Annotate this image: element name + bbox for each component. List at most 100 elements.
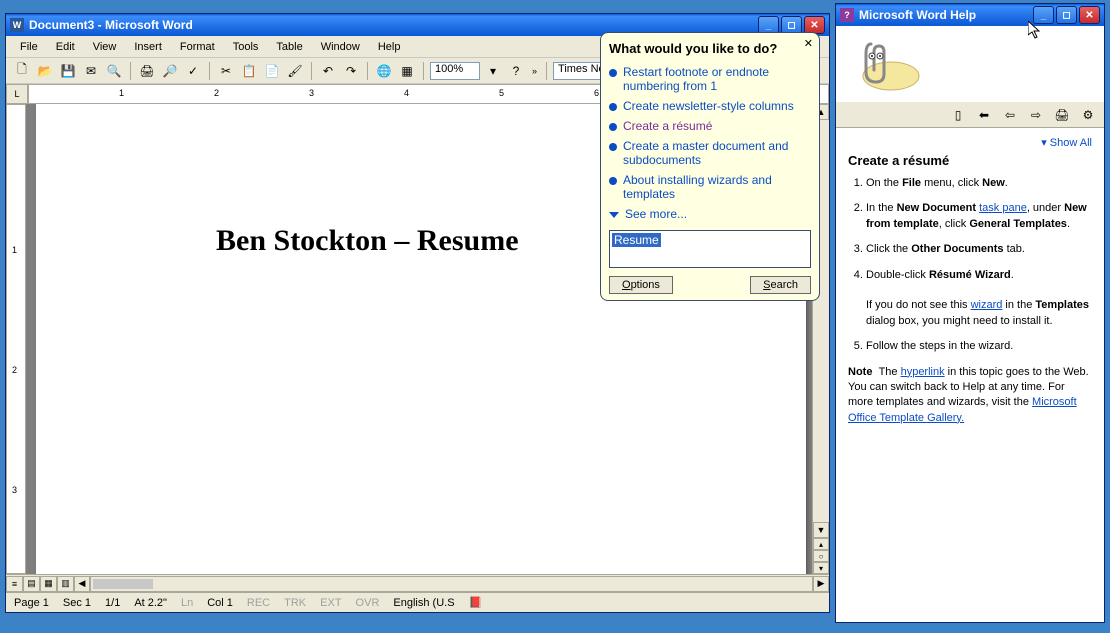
- show-tabs-icon[interactable]: ⬅: [974, 105, 994, 125]
- menu-help[interactable]: Help: [370, 39, 409, 55]
- help-suggestion[interactable]: Create a master document and subdocument…: [609, 136, 811, 170]
- search-icon[interactable]: 🔍: [104, 61, 124, 81]
- status-col: Col 1: [207, 597, 233, 609]
- ruler-tick: 6: [594, 88, 599, 98]
- tile-icon[interactable]: ▯: [948, 105, 968, 125]
- menu-insert[interactable]: Insert: [126, 39, 170, 55]
- menu-file[interactable]: File: [12, 39, 46, 55]
- search-text: Resume: [612, 233, 661, 247]
- ruler-tick: 2: [214, 88, 219, 98]
- status-trk[interactable]: TRK: [284, 597, 306, 609]
- help-suggestion[interactable]: About installing wizards and templates: [609, 170, 811, 204]
- hyperlink-icon[interactable]: 🌐: [374, 61, 394, 81]
- tab-selector[interactable]: L: [6, 84, 28, 104]
- help-step: Click the Other Documents tab.: [866, 242, 1092, 257]
- menu-edit[interactable]: Edit: [48, 39, 83, 55]
- help-app-icon: ?: [840, 8, 854, 22]
- toolbar-overflow-icon[interactable]: »: [529, 66, 540, 76]
- scroll-down-icon[interactable]: ▼: [813, 522, 829, 538]
- statusbar: Page 1 Sec 1 1/1 At 2.2" Ln Col 1 REC TR…: [6, 592, 829, 612]
- help-minimize-button[interactable]: _: [1033, 6, 1054, 24]
- menu-format[interactable]: Format: [172, 39, 223, 55]
- ruler-tick: 1: [119, 88, 124, 98]
- open-icon[interactable]: 📂: [35, 61, 55, 81]
- help-suggestion[interactable]: Restart footnote or endnote numbering fr…: [609, 62, 811, 96]
- balloon-close-icon[interactable]: ✕: [804, 37, 813, 50]
- separator: [130, 62, 131, 80]
- status-ovr[interactable]: OVR: [356, 597, 380, 609]
- chevron-down-icon: [609, 212, 619, 218]
- undo-icon[interactable]: ↶: [318, 61, 338, 81]
- spellcheck-icon[interactable]: ✓: [183, 61, 203, 81]
- prev-page-icon[interactable]: ▴: [813, 538, 829, 550]
- menu-tools[interactable]: Tools: [225, 39, 267, 55]
- assistant-search-input[interactable]: Resume: [609, 230, 811, 268]
- separator: [367, 62, 368, 80]
- help-icon[interactable]: ?: [506, 61, 526, 81]
- menu-view[interactable]: View: [85, 39, 125, 55]
- show-all-link[interactable]: ▾ Show All: [848, 136, 1092, 149]
- paste-icon[interactable]: 📄: [262, 61, 282, 81]
- vertical-ruler[interactable]: 1 2 3: [6, 104, 26, 574]
- options-icon[interactable]: ⚙: [1078, 105, 1098, 125]
- normal-view-icon[interactable]: ≡: [6, 576, 23, 592]
- help-titlebar[interactable]: ? Microsoft Word Help _ ◻ ✕: [836, 4, 1104, 26]
- help-topic-title: Create a résumé: [848, 153, 1092, 168]
- back-icon[interactable]: ⇦: [1000, 105, 1020, 125]
- help-close-button[interactable]: ✕: [1079, 6, 1100, 24]
- status-lang[interactable]: English (U.S: [393, 597, 454, 609]
- word-app-icon: W: [10, 18, 24, 32]
- cut-icon[interactable]: ✂: [216, 61, 236, 81]
- outline-view-icon[interactable]: ▥: [57, 576, 74, 592]
- ruler-tick: 3: [309, 88, 314, 98]
- help-window: ? Microsoft Word Help _ ◻ ✕ ▯ ⬅ ⇦ ⇨ 🖨 ⚙ …: [835, 3, 1105, 623]
- help-suggestion-current[interactable]: Create a résumé: [609, 116, 811, 136]
- print-icon[interactable]: 🖨: [137, 61, 157, 81]
- assistant-balloon: ✕ What would you like to do? Restart foo…: [600, 32, 820, 301]
- bullet-icon: [609, 69, 617, 77]
- wizard-link[interactable]: wizard: [971, 299, 1003, 311]
- scroll-left-icon[interactable]: ◀: [74, 576, 90, 592]
- options-button[interactable]: Options: [609, 276, 673, 294]
- status-at: At 2.2": [134, 597, 167, 609]
- help-body[interactable]: ▾ Show All Create a résumé On the File m…: [836, 128, 1104, 622]
- save-icon[interactable]: 💾: [58, 61, 78, 81]
- bullet-icon: [609, 143, 617, 151]
- forward-icon[interactable]: ⇨: [1026, 105, 1046, 125]
- status-rec[interactable]: REC: [247, 597, 270, 609]
- print-preview-icon[interactable]: 🔎: [160, 61, 180, 81]
- web-view-icon[interactable]: ▤: [23, 576, 40, 592]
- hyperlink-link[interactable]: hyperlink: [901, 366, 945, 378]
- vruler-tick: 1: [12, 245, 17, 255]
- help-toolbar: ▯ ⬅ ⇦ ⇨ 🖨 ⚙: [836, 102, 1104, 128]
- zoom-dropdown-icon[interactable]: ▾: [483, 61, 503, 81]
- scroll-right-icon[interactable]: ▶: [813, 576, 829, 592]
- copy-icon[interactable]: 📋: [239, 61, 259, 81]
- horizontal-scrollbar[interactable]: [90, 576, 813, 592]
- status-spellcheck-icon[interactable]: 📕: [469, 596, 483, 609]
- menu-table[interactable]: Table: [268, 39, 310, 55]
- status-pages: 1/1: [105, 597, 120, 609]
- search-button[interactable]: Search: [750, 276, 811, 294]
- tables-borders-icon[interactable]: ▦: [397, 61, 417, 81]
- select-browse-icon[interactable]: ○: [813, 550, 829, 562]
- help-maximize-button[interactable]: ◻: [1056, 6, 1077, 24]
- scroll-thumb[interactable]: [93, 579, 153, 589]
- status-line: Ln: [181, 597, 193, 609]
- help-suggestion[interactable]: Create newsletter-style columns: [609, 96, 811, 116]
- template-gallery-link[interactable]: Microsoft Office Template Gallery.: [848, 396, 1077, 423]
- next-page-icon[interactable]: ▾: [813, 562, 829, 574]
- vruler-tick: 3: [12, 485, 17, 495]
- new-doc-icon[interactable]: 🗋: [12, 61, 32, 81]
- status-ext[interactable]: EXT: [320, 597, 341, 609]
- print-view-icon[interactable]: ▦: [40, 576, 57, 592]
- print-help-icon[interactable]: 🖨: [1052, 105, 1072, 125]
- task-pane-link[interactable]: task pane: [979, 202, 1027, 214]
- redo-icon[interactable]: ↷: [341, 61, 361, 81]
- menu-window[interactable]: Window: [313, 39, 368, 55]
- see-more[interactable]: See more...: [609, 204, 811, 224]
- help-step: Double-click Résumé Wizard.If you do not…: [866, 268, 1092, 330]
- zoom-select[interactable]: 100%: [430, 62, 480, 80]
- format-painter-icon[interactable]: 🖌: [285, 61, 305, 81]
- email-icon[interactable]: ✉: [81, 61, 101, 81]
